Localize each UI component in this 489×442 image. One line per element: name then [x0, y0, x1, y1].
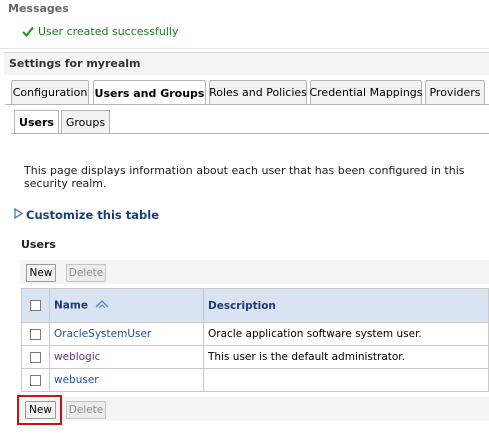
page-description: This page displays information about eac…: [24, 164, 465, 190]
column-header-name[interactable]: Name: [49, 288, 204, 323]
row-select-cell: [21, 322, 50, 346]
delete-user-button-bottom[interactable]: Delete: [66, 401, 106, 419]
row-checkbox[interactable]: [30, 351, 41, 363]
select-all-cell: [21, 288, 50, 323]
subtab-underline: [11, 133, 489, 134]
table-row: OracleSystemUser Oracle application soft…: [21, 322, 489, 346]
expand-triangle-icon: [14, 207, 24, 222]
new-user-button-top[interactable]: New: [26, 264, 56, 282]
select-all-checkbox[interactable]: [30, 300, 41, 311]
tabbar-underline: [5, 104, 489, 105]
users-table: Name Description OracleSystemUser Oracle…: [21, 288, 489, 392]
subtab-groups[interactable]: Groups: [61, 110, 110, 133]
column-name-label: Name: [54, 299, 88, 312]
row-checkbox[interactable]: [30, 328, 41, 340]
checkmark-icon: [22, 26, 34, 37]
user-description-cell: [203, 368, 489, 392]
tab-providers[interactable]: Providers: [425, 80, 485, 104]
messages-title: Messages: [8, 2, 69, 15]
row-checkbox[interactable]: [30, 374, 41, 386]
user-link[interactable]: OracleSystemUser: [54, 328, 151, 340]
user-name-cell: OracleSystemUser: [49, 322, 204, 346]
customize-table-link[interactable]: Customize this table: [14, 207, 159, 222]
customize-table-label: Customize this table: [26, 208, 159, 222]
success-message-text: User created successfully: [38, 25, 179, 38]
user-name-cell: weblogic: [49, 345, 204, 369]
users-table-heading: Users: [21, 238, 56, 251]
table-row: webuser: [21, 368, 489, 392]
row-select-cell: [21, 345, 50, 369]
success-message: User created successfully: [22, 25, 178, 38]
user-name-cell: webuser: [49, 368, 204, 392]
table-header-row: Name Description: [21, 288, 489, 323]
settings-title: Settings for myrealm: [9, 57, 141, 70]
highlight-box: [17, 395, 62, 425]
tab-roles-and-policies[interactable]: Roles and Policies: [209, 80, 307, 104]
column-header-description[interactable]: Description: [203, 288, 489, 323]
table-row: weblogic This user is the default admini…: [21, 345, 489, 369]
tab-credential-mappings[interactable]: Credential Mappings: [309, 80, 423, 104]
subtab-users[interactable]: Users: [14, 110, 59, 134]
sort-ascending-icon[interactable]: [95, 299, 109, 312]
user-description-cell: This user is the default administrator.: [203, 345, 489, 369]
user-link[interactable]: webuser: [54, 374, 99, 386]
user-description-cell: Oracle application software system user.: [203, 322, 489, 346]
delete-user-button-top[interactable]: Delete: [66, 264, 106, 282]
tab-users-and-groups[interactable]: Users and Groups: [93, 80, 206, 105]
divider: [0, 48, 489, 49]
row-select-cell: [21, 368, 50, 392]
user-link[interactable]: weblogic: [54, 351, 100, 363]
tab-configuration[interactable]: Configuration: [11, 80, 89, 104]
